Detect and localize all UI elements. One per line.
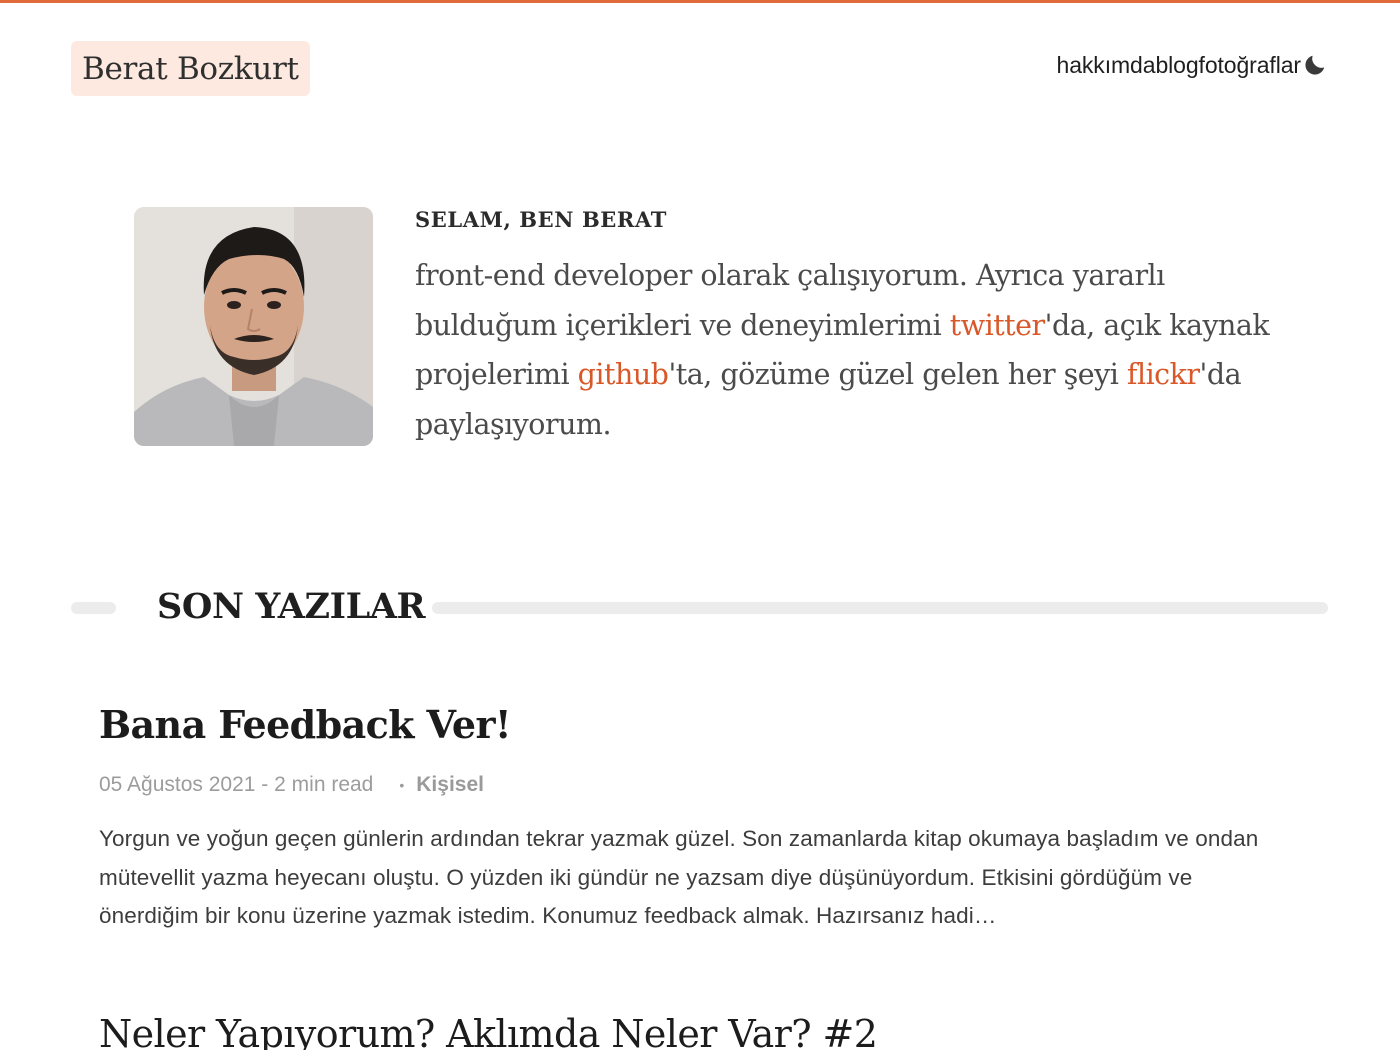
top-accent-bar	[0, 0, 1400, 3]
intro-bio: front-end developer olarak çalışıyorum. …	[415, 251, 1295, 449]
post-read-time: 2 min read	[274, 773, 374, 796]
nav-item-blog[interactable]: blog	[1155, 52, 1198, 79]
post-title-link[interactable]: Neler Yapıyorum? Aklımda Neler Var? #2	[99, 1012, 878, 1050]
flickr-link[interactable]: flickr	[1127, 358, 1200, 391]
post-date: 05 Ağustos 2021	[99, 773, 256, 796]
bullet-icon: •	[399, 777, 405, 793]
twitter-link[interactable]: twitter	[950, 309, 1045, 342]
post-excerpt: Yorgun ve yoğun geçen günlerin ardından …	[99, 826, 1259, 928]
profile-photo-illustration	[134, 207, 373, 446]
post-category-link[interactable]: Kişisel	[416, 773, 484, 797]
moon-icon-glyph	[1305, 55, 1325, 75]
moon-icon[interactable]	[1302, 52, 1328, 78]
nav-item-hakkimda[interactable]: hakkımda	[1057, 52, 1156, 79]
intro-greeting: SELAM, BEN BERAT	[415, 207, 667, 232]
profile-photo	[134, 207, 373, 446]
site-brand-link[interactable]: Berat Bozkurt	[71, 41, 310, 96]
bio-text-3: 'ta, gözüme güzel gelen her şeyi	[668, 358, 1127, 391]
post-title-link[interactable]: Bana Feedback Ver!	[99, 702, 512, 747]
post-meta-separator: -	[255, 773, 275, 796]
section-divider-left	[71, 602, 116, 614]
section-title-recent-posts: SON YAZILAR	[157, 586, 426, 627]
post-meta: 05 Ağustos 2021 - 2 min read • Kişisel	[99, 773, 484, 797]
main-nav: hakkımda blog fotoğraflar	[1057, 50, 1328, 80]
section-divider-right	[432, 602, 1328, 614]
nav-item-fotograflar[interactable]: fotoğraflar	[1199, 52, 1302, 79]
github-link[interactable]: github	[578, 358, 669, 391]
